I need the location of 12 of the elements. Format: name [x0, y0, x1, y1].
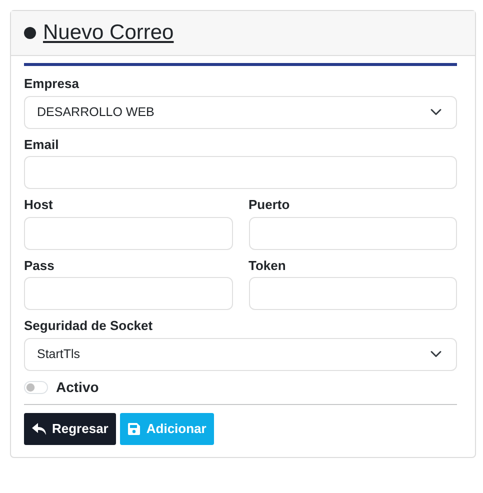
back-button[interactable]: Regresar [24, 412, 116, 445]
select-field[interactable]: DESARROLLO WEB [24, 96, 457, 129]
field-label: Email [24, 136, 60, 152]
field-label: Empresa [24, 76, 80, 92]
field-label: Puerto [248, 197, 291, 213]
select-field[interactable]: StartTls [24, 338, 457, 371]
field-label: Pass [24, 258, 56, 274]
field-label: Seguridad de Socket [24, 318, 154, 334]
switch-label: Activo [56, 378, 99, 396]
form-title: Nuevo Correo [43, 20, 174, 46]
field-label: Token [248, 258, 287, 274]
field-label: Host [24, 197, 54, 213]
